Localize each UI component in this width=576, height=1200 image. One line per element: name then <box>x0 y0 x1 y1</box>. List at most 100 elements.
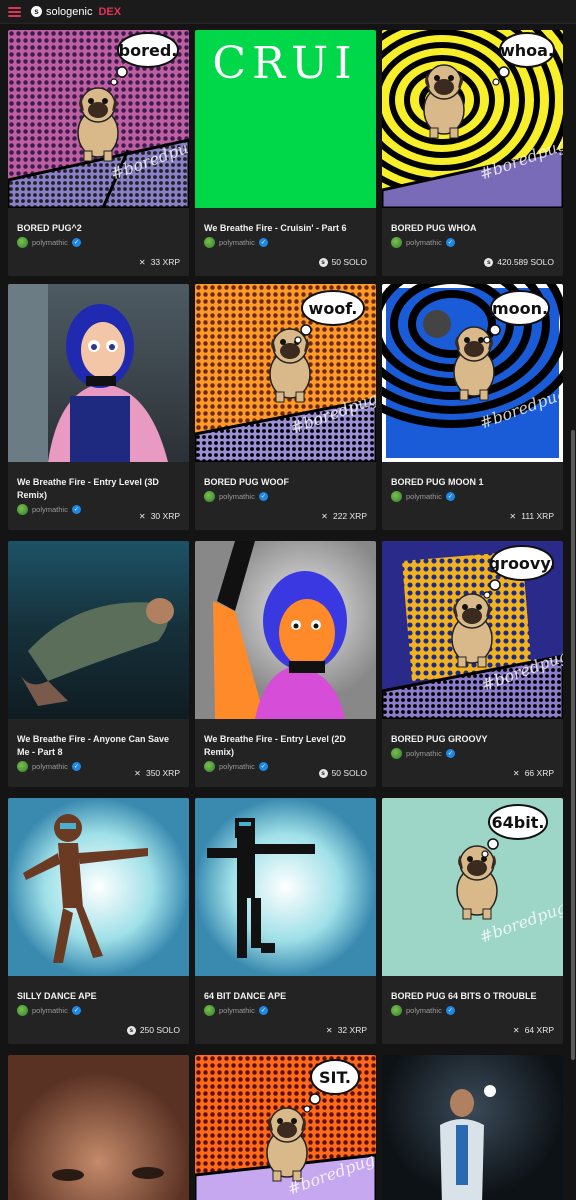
nft-title[interactable]: We Breathe Fire - Entry Level (2D Remix) <box>204 733 367 759</box>
creator-row[interactable]: polymathic ✓ <box>17 237 180 248</box>
price-value: 50 SOLO <box>331 768 367 778</box>
nft-thumbnail[interactable]: moon. #boredpug <box>382 284 563 462</box>
creator-name[interactable]: polymathic <box>406 238 442 247</box>
nft-card[interactable] <box>8 1055 189 1200</box>
creator-name[interactable]: polymathic <box>219 238 255 247</box>
nft-thumbnail[interactable]: bored. #boredpug <box>8 30 189 208</box>
verified-badge-icon: ✓ <box>71 505 81 514</box>
verified-badge-icon: ✓ <box>71 238 81 247</box>
nft-title[interactable]: BORED PUG GROOVY <box>391 733 554 746</box>
creator-name[interactable]: polymathic <box>219 492 255 501</box>
creator-row[interactable]: polymathic ✓ <box>204 491 367 502</box>
nft-thumbnail[interactable] <box>8 798 189 976</box>
nft-info: BORED PUG GROOVY polymathic ✓ <box>391 733 554 759</box>
verified-badge-icon: ✓ <box>71 762 81 771</box>
sologenic-logo[interactable]: s sologenic DEX <box>31 6 121 18</box>
nft-thumbnail[interactable] <box>382 1055 563 1200</box>
nft-info: BORED PUG^2 polymathic ✓ <box>17 222 180 248</box>
creator-row[interactable]: polymathic ✓ <box>17 1005 180 1016</box>
nft-title[interactable]: We Breathe Fire - Cruisin' - Part 6 <box>204 222 367 235</box>
nft-card[interactable]: SIT. #boredpug <box>195 1055 376 1200</box>
nft-title[interactable]: BORED PUG^2 <box>17 222 180 235</box>
nft-card[interactable]: We Breathe Fire - Entry Level (3D Remix)… <box>8 284 189 530</box>
creator-avatar <box>391 491 402 502</box>
nft-thumbnail[interactable] <box>8 284 189 462</box>
nft-price: ✕ 33 XRP <box>138 257 180 267</box>
nft-card[interactable] <box>382 1055 563 1200</box>
creator-name[interactable]: polymathic <box>406 492 442 501</box>
solo-currency-icon: s <box>318 257 328 267</box>
nft-artwork: whoa.#boredpug <box>382 30 563 208</box>
nft-thumbnail[interactable] <box>195 541 376 719</box>
creator-row[interactable]: polymathic ✓ <box>391 491 554 502</box>
nft-thumbnail[interactable] <box>195 798 376 976</box>
nft-thumbnail[interactable]: 64bit. #boredpug <box>382 798 563 976</box>
nft-title[interactable]: BORED PUG MOON 1 <box>391 476 554 489</box>
xrp-currency-icon: ✕ <box>138 257 146 267</box>
verified-badge-icon: ✓ <box>445 492 455 501</box>
nft-card[interactable]: moon. #boredpug BORED PUG MOON 1 polymath… <box>382 284 563 530</box>
nft-card[interactable]: 64bit. #boredpug BORED PUG 64 BITS O TROU… <box>382 798 563 1044</box>
creator-name[interactable]: polymathic <box>406 749 442 758</box>
nft-title[interactable]: We Breathe Fire - Entry Level (3D Remix) <box>17 476 180 502</box>
logo-mark-icon: s <box>31 6 42 17</box>
nft-info: We Breathe Fire - Entry Level (2D Remix)… <box>204 733 367 772</box>
nft-thumbnail[interactable]: SIT. #boredpug <box>195 1055 376 1200</box>
nft-artwork: bored.#boredpug <box>8 30 189 208</box>
price-value: 64 XRP <box>524 1025 554 1035</box>
nft-thumbnail[interactable] <box>8 1055 189 1200</box>
creator-name[interactable]: polymathic <box>219 762 255 771</box>
creator-name[interactable]: polymathic <box>32 505 68 514</box>
nft-card[interactable]: We Breathe Fire - Anyone Can Save Me - P… <box>8 541 189 787</box>
nft-price: ✕ 32 XRP <box>325 1025 367 1035</box>
nft-thumbnail[interactable]: CRUI <box>195 30 376 208</box>
creator-name[interactable]: polymathic <box>32 1006 68 1015</box>
nft-card[interactable]: 64 BIT DANCE APE polymathic ✓ ✕ 32 XRP <box>195 798 376 1044</box>
nft-thumbnail[interactable]: whoa. #boredpug <box>382 30 563 208</box>
price-value: 111 XRP <box>521 511 554 521</box>
nft-artwork <box>382 1055 563 1200</box>
nft-card[interactable]: bored. #boredpug BORED PUG^2 polymathic ✓… <box>8 30 189 276</box>
nft-title[interactable]: 64 BIT DANCE APE <box>204 990 367 1003</box>
creator-row[interactable]: polymathic ✓ <box>204 1005 367 1016</box>
svg-text:groovy.: groovy. <box>489 554 556 573</box>
nft-thumbnail[interactable]: woof. #boredpug <box>195 284 376 462</box>
logo-text: sologenic <box>46 5 93 18</box>
price-value: 50 SOLO <box>331 257 367 267</box>
nft-card[interactable]: whoa. #boredpug BORED PUG WHOA polymathic… <box>382 30 563 276</box>
nft-title[interactable]: SILLY DANCE APE <box>17 990 180 1003</box>
nft-card[interactable]: woof. #boredpug BORED PUG WOOF polymathic… <box>195 284 376 530</box>
nft-card[interactable]: SILLY DANCE APE polymathic ✓ s 250 SOLO <box>8 798 189 1044</box>
creator-name[interactable]: polymathic <box>32 238 68 247</box>
creator-avatar <box>204 237 215 248</box>
nft-card[interactable]: groovy. #boredpug BORED PUG GROOVY polyma… <box>382 541 563 787</box>
svg-text:whoa.: whoa. <box>500 41 554 60</box>
nft-card[interactable]: CRUI We Breathe Fire - Cruisin' - Part 6… <box>195 30 376 276</box>
nft-card[interactable]: We Breathe Fire - Entry Level (2D Remix)… <box>195 541 376 787</box>
nft-title[interactable]: BORED PUG WOOF <box>204 476 367 489</box>
solo-currency-icon: s <box>484 257 494 267</box>
price-value: 222 XRP <box>332 511 367 521</box>
price-value: 32 XRP <box>337 1025 367 1035</box>
xrp-currency-icon: ✕ <box>512 768 520 778</box>
nft-title[interactable]: We Breathe Fire - Anyone Can Save Me - P… <box>17 733 180 759</box>
hamburger-menu-icon[interactable] <box>8 6 21 17</box>
nft-price: ✕ 66 XRP <box>512 768 554 778</box>
nft-title[interactable]: BORED PUG 64 BITS O TROUBLE <box>391 990 554 1003</box>
nft-thumbnail[interactable] <box>8 541 189 719</box>
creator-row[interactable]: polymathic ✓ <box>391 748 554 759</box>
nft-artwork: moon.#boredpug <box>382 284 563 462</box>
creator-row[interactable]: polymathic ✓ <box>391 237 554 248</box>
creator-avatar <box>391 1005 402 1016</box>
top-bar: s sologenic DEX <box>0 0 576 24</box>
creator-name[interactable]: polymathic <box>32 762 68 771</box>
scrollbar-thumb[interactable] <box>571 430 575 1060</box>
nft-thumbnail[interactable]: groovy. #boredpug <box>382 541 563 719</box>
creator-row[interactable]: polymathic ✓ <box>391 1005 554 1016</box>
creator-name[interactable]: polymathic <box>406 1006 442 1015</box>
creator-row[interactable]: polymathic ✓ <box>204 237 367 248</box>
nft-price: ✕ 111 XRP <box>508 511 554 521</box>
nft-price: ✕ 64 XRP <box>512 1025 554 1035</box>
nft-title[interactable]: BORED PUG WHOA <box>391 222 554 235</box>
creator-name[interactable]: polymathic <box>219 1006 255 1015</box>
